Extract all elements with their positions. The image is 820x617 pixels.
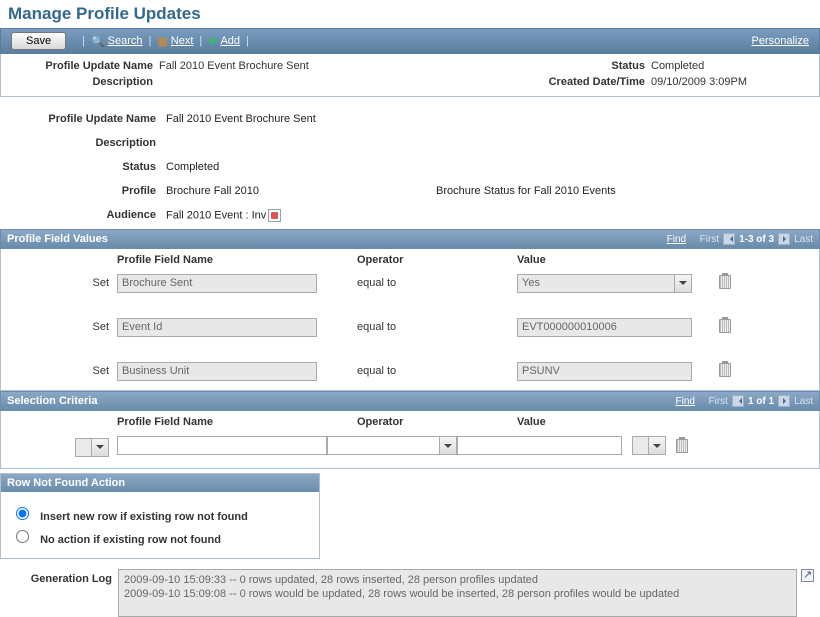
separator: | — [246, 35, 249, 47]
sc-field-input[interactable] — [117, 436, 327, 455]
generation-log-box: 2009-09-10 15:09:33 -- 0 rows updated, 2… — [118, 569, 797, 617]
sc-operator-select[interactable] — [327, 436, 457, 455]
sc-conjunction-select[interactable] — [75, 438, 109, 457]
page-title: Manage Profile Updates — [8, 4, 820, 24]
pfv-row: SetBusiness Unit equal toPSUNV — [7, 358, 813, 384]
sc-col-operator: Operator — [357, 416, 517, 428]
sc-delete-row-button[interactable] — [676, 439, 688, 453]
rnf-option-insert[interactable]: Insert new row if existing row not found — [11, 504, 309, 523]
sc-row — [7, 432, 813, 462]
sc-last: Last — [794, 396, 813, 407]
pfv-value-input[interactable]: EVT000000010006 — [517, 318, 692, 337]
status-value: Completed — [651, 60, 811, 72]
sc-col-value: Value — [517, 416, 707, 428]
detail-profile-update-name-value: Fall 2010 Event Brochure Sent — [166, 113, 812, 125]
created-value: 09/10/2009 3:09PM — [651, 76, 811, 88]
sc-title: Selection Criteria — [7, 395, 97, 407]
pfv-field-input[interactable]: Brochure Sent — [117, 274, 317, 293]
save-button[interactable]: Save — [11, 32, 66, 50]
separator: | — [82, 35, 85, 47]
details: Profile Update Name Fall 2010 Event Broc… — [0, 97, 820, 229]
personalize-link[interactable]: Personalize — [752, 35, 809, 47]
pfv-operator: equal to — [357, 365, 517, 377]
sc-find-link[interactable]: Find — [676, 396, 695, 407]
pfv-delete-row-button[interactable] — [719, 319, 731, 333]
pfv-delete-row-button[interactable] — [719, 363, 731, 377]
pfv-col-set — [7, 254, 117, 266]
rnf-option-noaction[interactable]: No action if existing row not found — [11, 527, 309, 546]
separator: | — [149, 35, 152, 47]
pfv-col-field: Profile Field Name — [117, 254, 357, 266]
detail-profile-update-name-label: Profile Update Name — [0, 113, 166, 125]
add-icon: ✚ — [208, 35, 217, 48]
search-link[interactable]: Search — [108, 35, 143, 47]
audience-lookup-icon[interactable] — [268, 209, 281, 222]
sc-value-input[interactable] — [457, 436, 622, 455]
pfv-operator: equal to — [357, 321, 517, 333]
pfv-set-label: Set — [7, 277, 117, 289]
created-label: Created Date/Time — [521, 76, 651, 88]
rnf-radio-insert[interactable] — [16, 507, 29, 520]
next-link[interactable]: Next — [171, 35, 194, 47]
sc-prev-button[interactable] — [732, 395, 744, 407]
pfv-delete-row-button[interactable] — [719, 275, 731, 289]
pfv-row: SetBrochure Sent equal toYes — [7, 270, 813, 296]
rnf-radio-noaction[interactable] — [16, 530, 29, 543]
sc-next-button[interactable] — [778, 395, 790, 407]
add-link[interactable]: Add — [220, 35, 240, 47]
row-not-found-box: Row Not Found Action Insert new row if e… — [0, 473, 320, 559]
detail-status-value: Completed — [166, 161, 812, 173]
search-icon: 🔍 — [91, 35, 105, 48]
detail-audience-label: Audience — [0, 209, 166, 221]
detail-audience-value: Fall 2010 Event : Inv — [166, 209, 266, 221]
pfv-first: First — [700, 234, 719, 245]
rnf-option-noaction-label: No action if existing row not found — [40, 534, 221, 546]
sc-range: 1 of 1 — [748, 396, 774, 407]
pfv-range: 1-3 of 3 — [739, 234, 774, 245]
pfv-header: Profile Field Values Find First 1-3 of 3… — [0, 229, 820, 249]
detail-profile-label: Profile — [0, 185, 166, 197]
sc-col-field: Profile Field Name — [117, 416, 357, 428]
pfv-title: Profile Field Values — [7, 233, 108, 245]
pfv-last: Last — [794, 234, 813, 245]
pfv-col-operator: Operator — [357, 254, 517, 266]
description-label: Description — [9, 76, 159, 88]
detail-profile-value: Brochure Fall 2010 — [166, 185, 436, 197]
generation-log-line: 2009-09-10 15:09:08 -- 0 rows would be u… — [124, 587, 791, 601]
sc-body: Profile Field Name Operator Value — [0, 411, 820, 469]
separator: | — [199, 35, 202, 47]
sc-trailing-select[interactable] — [632, 436, 666, 455]
generation-log-expand-button[interactable] — [801, 569, 814, 582]
toolbar: Save | 🔍 Search | ▦ Next | ✚ Add | Perso… — [0, 28, 820, 54]
pfv-field-input[interactable]: Business Unit — [117, 362, 317, 381]
pfv-set-label: Set — [7, 365, 117, 377]
next-icon: ▦ — [157, 35, 167, 48]
pfv-col-value: Value — [517, 254, 707, 266]
pfv-find-link[interactable]: Find — [667, 234, 686, 245]
pfv-set-label: Set — [7, 321, 117, 333]
sc-first: First — [709, 396, 728, 407]
header-summary: Profile Update Name Fall 2010 Event Broc… — [0, 54, 820, 97]
generation-log-label: Generation Log — [6, 569, 118, 585]
detail-profile-desc: Brochure Status for Fall 2010 Events — [436, 185, 616, 197]
status-label: Status — [521, 60, 651, 72]
pfv-operator: equal to — [357, 277, 517, 289]
pfv-body: Profile Field Name Operator Value SetBro… — [0, 249, 820, 391]
pfv-value-select[interactable]: Yes — [517, 274, 692, 293]
generation-log-line: 2009-09-10 15:09:33 -- 0 rows updated, 2… — [124, 573, 791, 587]
generation-log-row: Generation Log 2009-09-10 15:09:33 -- 0 … — [0, 569, 820, 617]
profile-update-name-value: Fall 2010 Event Brochure Sent — [159, 60, 521, 72]
pfv-row: SetEvent Id equal toEVT000000010006 — [7, 314, 813, 340]
detail-status-label: Status — [0, 161, 166, 173]
detail-description-label: Description — [0, 137, 166, 149]
row-not-found-title: Row Not Found Action — [1, 474, 319, 492]
pfv-field-input[interactable]: Event Id — [117, 318, 317, 337]
pfv-value-input[interactable]: PSUNV — [517, 362, 692, 381]
profile-update-name-label: Profile Update Name — [9, 60, 159, 72]
rnf-option-insert-label: Insert new row if existing row not found — [40, 511, 248, 523]
pfv-next-button[interactable] — [778, 233, 790, 245]
sc-header: Selection Criteria Find First 1 of 1 Las… — [0, 391, 820, 411]
pfv-prev-button[interactable] — [723, 233, 735, 245]
